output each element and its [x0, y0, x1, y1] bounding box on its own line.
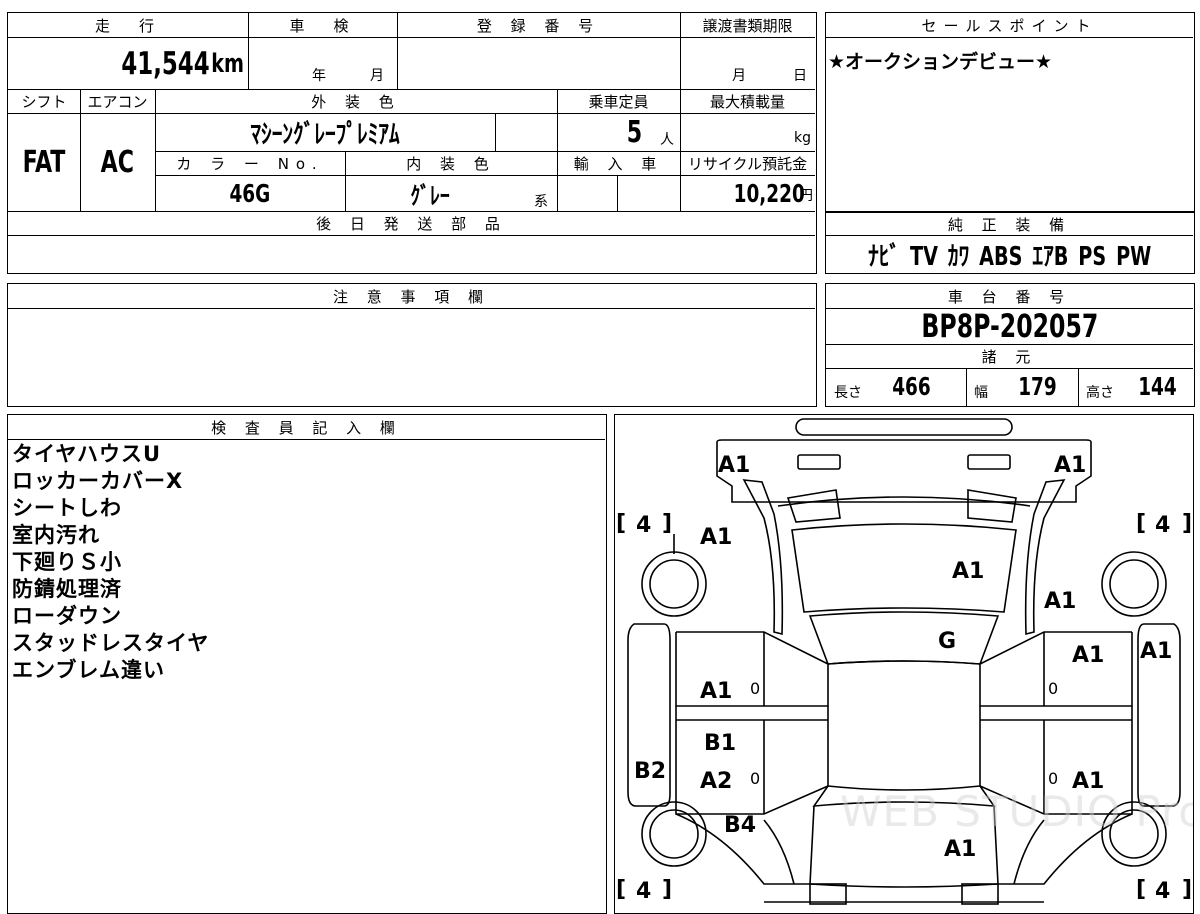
- mark-front-door-left: A1: [700, 679, 732, 704]
- inspector-line: 防錆処理済: [12, 577, 122, 601]
- spec-length-label: 長さ: [834, 385, 862, 401]
- mark-front-door-right: A1: [1072, 643, 1104, 668]
- vehicle-info-table: 走 行 車 検 登 録 番 号 譲渡書類期限 41,544 km 年 月 月 日…: [7, 12, 817, 274]
- mark-pillar-right: A1: [1140, 639, 1172, 664]
- mileage-number: 41,544: [121, 46, 211, 82]
- sales-point-box: セールスポイント ★オークションデビュー★: [825, 12, 1195, 212]
- mark-front-door-right-zero: 0: [1048, 679, 1058, 698]
- max-load-header: 最大積載量: [709, 92, 785, 111]
- tire-fr-bracket: [: [1136, 511, 1146, 536]
- sales-point-value: ★オークションデビュー★: [828, 51, 1053, 73]
- recycle-value: 10,220 円: [733, 178, 813, 208]
- mark-front-door-left-zero: 0: [750, 679, 760, 698]
- mark-rear-door-left: A2: [700, 769, 732, 794]
- inspector-box: 検 査 員 記 入 欄 タイヤハウスU ロッカーカバーX シートしわ 室内汚れ …: [7, 414, 607, 914]
- mark-fender-right: A1: [1044, 589, 1076, 614]
- equipment-header: 純 正 装 備: [947, 215, 1072, 234]
- mileage-header: 走 行: [94, 16, 161, 35]
- mark-rear-door-right-zero: 0: [1048, 769, 1058, 788]
- watermark: WEB STUDIO Pro: [840, 787, 1194, 836]
- mark-rear-door-left-top: B1: [704, 731, 736, 756]
- inspector-lines: タイヤハウスU ロッカーカバーX シートしわ 室内汚れ 下廻りＳ小 防錆処理済 …: [12, 441, 209, 684]
- tire-rr-bracket-close: ]: [1182, 877, 1192, 902]
- inspector-header: 検 査 員 記 入 欄: [211, 418, 402, 437]
- sales-point-header: セールスポイント: [921, 16, 1098, 35]
- transfer-deadline-header: 譲渡書類期限: [702, 16, 793, 35]
- car-diagram-box: [ 4 ] [ 4 ] [ 4 ] [ 4 ] A1 A1 A1 A1 A1 G…: [614, 414, 1194, 914]
- mark-trunk: A1: [944, 837, 976, 862]
- later-parts-header: 後 日 発 送 部 品: [316, 214, 507, 233]
- interior-color-header: 内 装 色: [406, 154, 496, 173]
- equipment-box: 純 正 装 備 ﾅﾋﾞ TV ｶﾜ ABS ｴｱB PS PW: [825, 212, 1195, 274]
- import-header: 輸 入 車: [573, 154, 664, 173]
- specs-header: 諸 元: [981, 347, 1038, 366]
- inspection-header: 車 検: [289, 16, 356, 35]
- notes-header: 注 意 事 項 欄: [332, 287, 491, 306]
- mark-fender-left: A1: [700, 525, 732, 550]
- inspector-line: スタッドレスタイヤ: [12, 631, 210, 655]
- inspector-line: タイヤハウスU: [12, 442, 162, 466]
- tire-fr-bracket-close: ]: [1182, 511, 1192, 536]
- inspector-line: ローダウン: [12, 604, 122, 628]
- mark-rear-door-left-zero: 0: [750, 769, 760, 788]
- tire-fl-bracket-close: ]: [662, 511, 672, 536]
- inspector-line: 室内汚れ: [12, 523, 100, 547]
- chassis-box: 車 台 番 号 BP8P-202057 諸 元 長さ 466 幅 179 高さ …: [825, 283, 1195, 407]
- interior-color-suffix: 系: [534, 194, 548, 210]
- spec-width-value: 179: [1018, 372, 1057, 401]
- mark-front-right: A1: [1054, 453, 1086, 478]
- chassis-value: BP8P-202057: [921, 307, 1098, 345]
- max-load-value: kg: [794, 130, 811, 146]
- color-no-value: 46G: [229, 178, 271, 208]
- inspector-line: 下廻りＳ小: [12, 550, 122, 574]
- spec-length-value: 466: [892, 372, 931, 401]
- tire-rl-bracket: [: [616, 877, 626, 902]
- inspection-month-label: 月: [370, 68, 384, 84]
- mark-windshield: G: [938, 629, 956, 654]
- spec-width-label: 幅: [974, 385, 988, 401]
- interior-color-value: ｸﾞﾚｰ: [410, 181, 450, 210]
- notes-box: 注 意 事 項 欄: [7, 283, 817, 407]
- tire-rr: 4: [1155, 879, 1170, 904]
- chassis-header: 車 台 番 号: [947, 287, 1072, 306]
- shift-value: FAT: [22, 144, 66, 180]
- transfer-month-label: 月: [732, 68, 746, 84]
- capacity-value: 5 人: [626, 114, 674, 150]
- mark-quarter-left: B4: [724, 813, 756, 838]
- mark-front-left: A1: [718, 453, 750, 478]
- mileage-value: 41,544 km: [8, 39, 246, 89]
- equipment-value: ﾅﾋﾞ TV ｶﾜ ABS ｴｱB PS PW: [867, 241, 1152, 272]
- tire-fr: 4: [1155, 513, 1170, 538]
- spec-height-value: 144: [1138, 372, 1177, 401]
- inspector-line: シートしわ: [12, 496, 122, 520]
- inspection-year-label: 年: [312, 68, 326, 84]
- tire-fl-bracket: [: [616, 511, 626, 536]
- mark-rocker-left: B2: [634, 759, 666, 784]
- registration-header: 登 録 番 号: [476, 16, 601, 35]
- mileage-unit: km: [211, 49, 244, 79]
- exterior-color-value: ﾏｼｰﾝｸﾞﾚｰﾌﾟﾚﾐｱﾑ: [250, 119, 400, 150]
- aircon-header: エアコン: [87, 92, 148, 111]
- tire-rr-bracket: [: [1136, 877, 1146, 902]
- car-diagram: [ 4 ] [ 4 ] [ 4 ] [ 4 ] A1 A1 A1 A1 A1 G…: [616, 418, 1194, 905]
- transfer-day-label: 日: [793, 68, 807, 84]
- capacity-header: 乗車定員: [588, 92, 649, 111]
- spec-height-label: 高さ: [1086, 385, 1114, 401]
- mark-hood: A1: [952, 559, 984, 584]
- recycle-header: リサイクル預託金: [687, 154, 808, 173]
- tire-rl-bracket-close: ]: [662, 877, 672, 902]
- tire-fl: 4: [636, 513, 651, 538]
- inspector-line: ロッカーカバーX: [12, 469, 184, 493]
- tire-rl: 4: [636, 879, 651, 904]
- inspector-line: エンブレム違い: [12, 658, 165, 682]
- shift-header: シフト: [21, 92, 67, 111]
- aircon-value: AC: [100, 144, 135, 180]
- exterior-color-header: 外 装 色: [311, 92, 401, 111]
- color-no-header: カ ラ ー No.: [176, 154, 324, 173]
